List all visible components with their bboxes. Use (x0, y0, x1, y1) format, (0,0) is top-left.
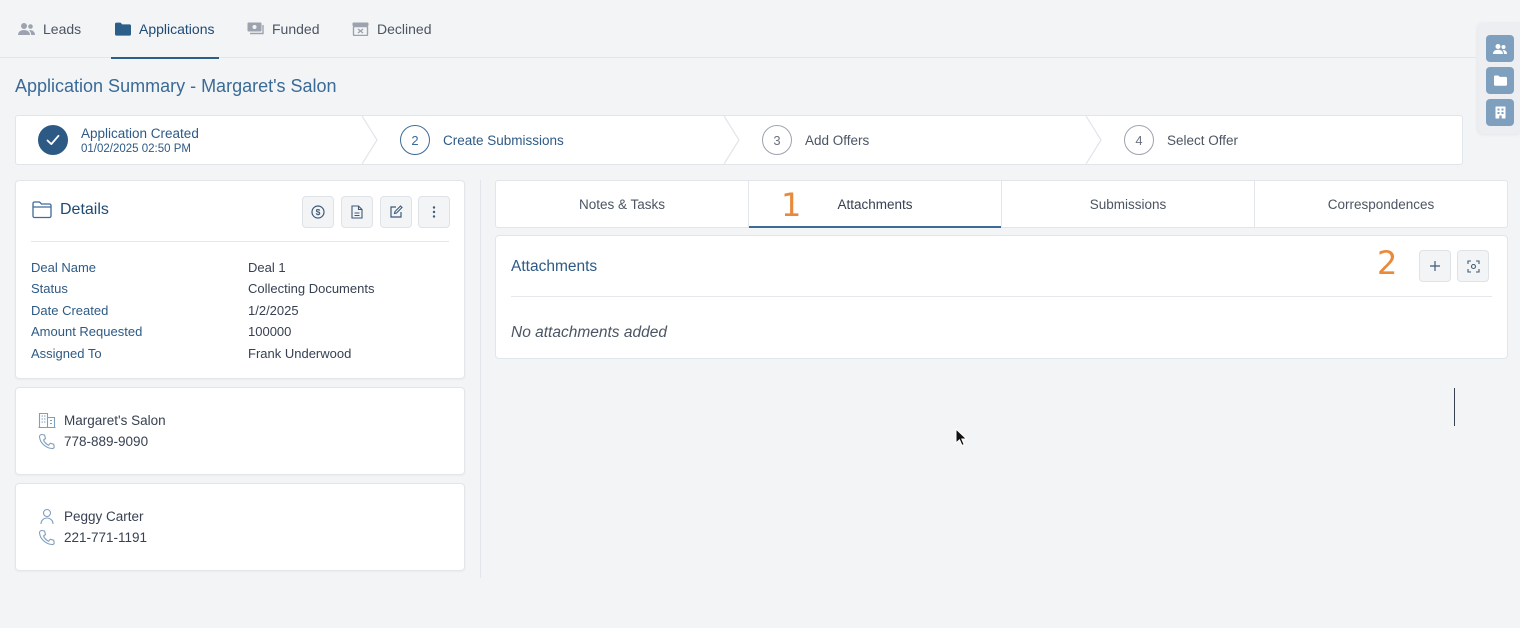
contact-name-row: Peggy Carter (38, 508, 144, 525)
empty-state-message: No attachments added (511, 324, 667, 341)
business-name-row: Margaret's Salon (38, 412, 166, 428)
nav-tab-applications[interactable]: Applications (111, 0, 219, 59)
field-value: Deal 1 (248, 260, 286, 275)
field-value: Frank Underwood (248, 346, 352, 361)
tab-notes-tasks[interactable]: Notes & Tasks (496, 181, 748, 227)
mouse-pointer-icon (955, 428, 968, 447)
folder-outline-icon (32, 201, 52, 219)
business-name: Margaret's Salon (64, 412, 166, 428)
step-separator (723, 116, 740, 164)
detail-tabs: Notes & Tasks Attachments Submissions Co… (495, 180, 1508, 228)
tab-submissions[interactable]: Submissions (1002, 181, 1254, 227)
step-number: 4 (1124, 125, 1154, 155)
attachments-title: Attachments (511, 258, 598, 275)
more-options-button[interactable] (418, 196, 450, 228)
field-label: Assigned To (31, 346, 102, 361)
tab-correspondences[interactable]: Correspondences (1255, 181, 1507, 227)
users-icon (1493, 43, 1507, 54)
funding-button[interactable]: $ (302, 196, 334, 228)
business-phone[interactable]: 778-889-9090 (64, 434, 148, 449)
phone-icon (38, 529, 55, 546)
nav-tab-leads[interactable]: Leads (18, 0, 81, 58)
quick-access-rail (1478, 22, 1520, 134)
text-cursor (1454, 388, 1455, 426)
nav-tab-funded[interactable]: Funded (247, 0, 319, 58)
step-application-created[interactable]: Application Created 01/02/2025 02:50 PM (38, 116, 199, 164)
step-add-offers[interactable]: 3 Add Offers (762, 116, 869, 164)
nav-tab-label: Declined (377, 21, 432, 37)
rail-building-button[interactable] (1486, 99, 1514, 126)
svg-text:$: $ (316, 207, 321, 217)
contact-phone[interactable]: 221-771-1191 (64, 530, 147, 545)
contact-name: Peggy Carter (64, 509, 144, 524)
step-separator (1085, 116, 1102, 164)
field-label: Amount Requested (31, 324, 143, 339)
step-title: Create Submissions (443, 132, 564, 148)
step-title: Application Created (81, 125, 199, 141)
field-label: Deal Name (31, 260, 97, 275)
edit-button[interactable] (380, 196, 412, 228)
divider (511, 296, 1492, 297)
step-title: Add Offers (805, 132, 870, 148)
building-icon (38, 412, 56, 428)
nav-tab-label: Funded (272, 21, 320, 37)
business-card: Margaret's Salon 778-889-9090 (15, 387, 465, 475)
divider (31, 241, 449, 242)
field-value: Collecting Documents (248, 281, 375, 296)
step-number: 2 (400, 125, 430, 155)
field-label: Date Created (31, 303, 109, 318)
tab-label: Attachments (837, 196, 913, 212)
progress-stepper: Application Created 01/02/2025 02:50 PM … (15, 115, 1463, 165)
active-tab-indicator (111, 57, 219, 59)
field-label: Status (31, 281, 68, 296)
annotation-2: 2 (1377, 244, 1398, 282)
field-value: 1/2/2025 (248, 303, 299, 318)
money-icon (247, 22, 264, 35)
document-icon (351, 205, 363, 219)
users-icon (18, 23, 35, 35)
nav-tab-declined[interactable]: Declined (352, 0, 431, 58)
column-divider (480, 180, 481, 578)
phone-icon (38, 433, 55, 450)
step-number: 3 (762, 125, 792, 155)
attachments-panel: Attachments No attachments added (495, 235, 1508, 359)
archive-x-icon (352, 22, 369, 36)
contact-phone-row: 221-771-1191 (38, 529, 147, 546)
folder-icon (1493, 75, 1507, 86)
details-title: Details (60, 201, 109, 218)
business-phone-row: 778-889-9090 (38, 433, 148, 450)
rail-users-button[interactable] (1486, 35, 1514, 62)
field-value: 100000 (248, 324, 292, 339)
step-separator (361, 116, 378, 164)
details-header: Details (32, 201, 109, 219)
plus-icon (1430, 261, 1440, 271)
edit-icon (390, 205, 403, 218)
annotation-1: 1 (781, 186, 802, 224)
step-timestamp: 01/02/2025 02:50 PM (81, 142, 191, 155)
step-select-offer[interactable]: 4 Select Offer (1124, 116, 1238, 164)
top-nav: Leads Applications Funded Declined (0, 0, 1476, 59)
nav-tab-label: Leads (43, 21, 82, 37)
check-icon (38, 125, 68, 155)
folder-icon (115, 22, 131, 36)
dollar-icon: $ (311, 205, 325, 219)
nav-tab-label: Applications (139, 21, 215, 37)
contact-card: Peggy Carter 221-771-1191 (15, 483, 465, 571)
add-attachment-button[interactable] (1419, 250, 1451, 282)
scan-attachment-button[interactable] (1457, 250, 1489, 282)
scan-icon (1466, 259, 1480, 273)
active-tab-indicator (749, 226, 1001, 228)
step-create-submissions[interactable]: 2 Create Submissions (400, 116, 564, 164)
page-title: Application Summary - Margaret's Salon (15, 76, 337, 96)
person-icon (40, 508, 54, 525)
document-button[interactable] (341, 196, 373, 228)
building-icon (1495, 106, 1505, 119)
details-card: Details $ Deal Name Deal 1 Status Collec… (15, 180, 465, 379)
rail-folder-button[interactable] (1486, 67, 1514, 94)
more-vertical-icon (432, 206, 436, 218)
step-title: Select Offer (1167, 132, 1239, 148)
